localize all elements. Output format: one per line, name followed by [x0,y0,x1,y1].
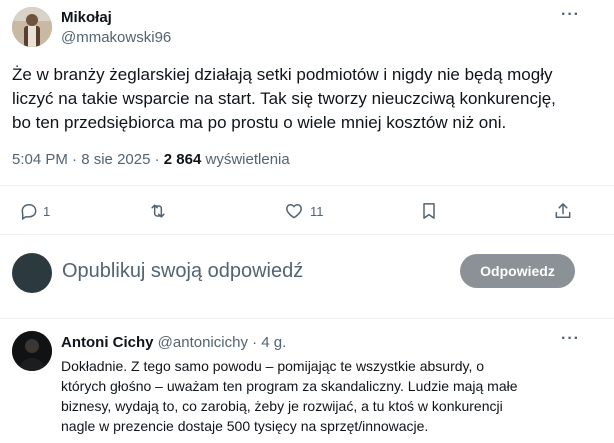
author-handle[interactable]: @mmakowski96 [61,29,171,47]
reply-text: Dokładnie. Z tego samo powodu – pomijają… [61,356,606,436]
author-name[interactable]: Mikołaj [61,9,112,27]
reply-author-handle[interactable]: @antonicichy [158,334,248,351]
my-avatar[interactable] [12,253,52,293]
post-text-line: bo ten przedsiębiorca ma po prostu o wie… [12,113,507,132]
post-text: Że w branży żeglarskiej działają setki p… [12,63,602,135]
author-avatar[interactable] [12,7,52,47]
repost-button[interactable] [148,201,172,221]
reply-text-line: biznesy, wydają to, co zarobią, żeby je … [61,398,503,414]
meta-separator: · [154,151,160,168]
post-more-button[interactable]: ··· [561,6,580,24]
post-time[interactable]: 5:04 PM [12,151,68,168]
avatar-photo [12,7,52,47]
like-icon [286,204,302,219]
meta-separator: · [72,151,78,168]
repost-icon [151,204,165,218]
post-text-line: liczyć na takie wsparcie na start. Tak s… [12,89,556,108]
reply-input[interactable]: Opublikuj swoją odpowiedź [62,258,303,284]
views-label: wyświetlenia [205,151,290,168]
reply-text-line: których głośno – uważam ten program za s… [61,378,518,394]
like-button[interactable]: 11 [284,201,324,221]
share-icon [555,203,571,218]
reply-count: 1 [43,203,51,219]
avatar-photo [12,331,52,371]
reply-author-name[interactable]: Antoni Cichy [61,334,154,351]
divider [0,185,614,186]
reply-header: Antoni Cichy @antonicichy · 4 g. [61,334,286,352]
divider [0,318,614,319]
meta-separator: · [252,334,258,351]
like-count: 11 [310,203,324,219]
views-count: 2 864 [163,151,202,168]
post-text-line: Że w branży żeglarskiej działają setki p… [12,65,553,84]
bookmark-icon [423,203,435,219]
post-date[interactable]: 8 sie 2025 [81,151,150,168]
share-button[interactable] [553,201,573,221]
bookmark-button[interactable] [419,201,439,221]
reply-age[interactable]: 4 g. [261,334,286,351]
reply-author-avatar[interactable] [12,331,52,371]
reply-submit-button[interactable]: Odpowiedz [460,254,575,288]
reply-button[interactable]: 1 [19,201,50,221]
reply-text-line: Dokładnie. Z tego samo powodu – pomijają… [61,358,485,374]
divider [0,234,614,235]
reply-text-line: nagle w prezencie dostaje 500 tysięcy na… [61,418,429,434]
reply-icon [21,204,37,221]
post-meta: 5:04 PM · 8 sie 2025 · 2 864 wyświetleni… [12,151,290,169]
reply-more-button[interactable]: ··· [561,330,580,348]
